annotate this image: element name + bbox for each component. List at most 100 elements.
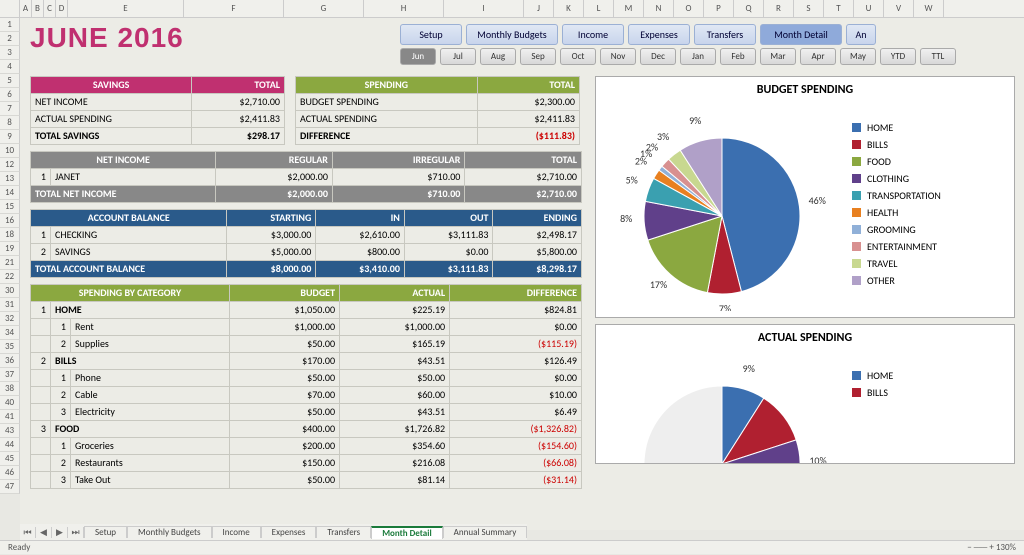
col-header[interactable]: L xyxy=(584,0,614,17)
col-header[interactable]: A xyxy=(20,0,32,17)
cell-idx[interactable]: 2 xyxy=(51,336,71,353)
cell-value[interactable]: $43.51 xyxy=(340,353,450,370)
subcategory-label[interactable]: Electricity xyxy=(71,404,230,421)
nav-tab-transfers[interactable]: Transfers xyxy=(694,24,756,45)
row-header[interactable]: 2 xyxy=(0,32,20,46)
cell-value[interactable]: $1,000.00 xyxy=(340,319,450,336)
cell-value[interactable]: $2,710.00 xyxy=(192,94,285,111)
subcategory-label[interactable]: Restaurants xyxy=(71,455,230,472)
cell-value[interactable]: $3,000.00 xyxy=(227,227,316,244)
row-header[interactable]: 30 xyxy=(0,284,20,298)
cell-blank[interactable] xyxy=(31,336,51,353)
col-header[interactable]: G xyxy=(284,0,364,17)
col-header[interactable]: E xyxy=(68,0,184,17)
cell-value[interactable]: $2,710.00 xyxy=(465,169,582,186)
row-header[interactable]: 36 xyxy=(0,354,20,368)
cell-blank[interactable] xyxy=(31,404,51,421)
sheet-tab-income[interactable]: Income xyxy=(212,526,261,538)
col-header[interactable]: H xyxy=(364,0,444,17)
nav-tab-setup[interactable]: Setup xyxy=(400,24,462,45)
col-header[interactable]: F xyxy=(184,0,284,17)
cell-value[interactable]: $216.08 xyxy=(340,455,450,472)
sheet-tab-annual-summary[interactable]: Annual Summary xyxy=(443,526,528,538)
cell-idx[interactable]: 1 xyxy=(31,169,51,186)
cell-value[interactable]: $81.14 xyxy=(340,472,450,489)
cell-value[interactable]: $5,800.00 xyxy=(493,244,582,261)
cell-value[interactable]: $60.00 xyxy=(340,387,450,404)
cell-value[interactable]: ($31.14) xyxy=(450,472,582,489)
cell-value[interactable]: $0.00 xyxy=(404,244,493,261)
cell-idx[interactable]: 1 xyxy=(51,319,71,336)
tab-prev-icon[interactable]: ◀ xyxy=(36,527,52,538)
cell-value[interactable]: ($115.19) xyxy=(450,336,582,353)
row-header[interactable]: 10 xyxy=(0,144,20,158)
nav-tab-income[interactable]: Income xyxy=(562,24,624,45)
cell-value[interactable]: ($1,326.82) xyxy=(450,421,582,438)
month-tab-ytd[interactable]: YTD xyxy=(880,48,916,65)
month-tab-jun[interactable]: Jun xyxy=(400,48,436,65)
month-tab-dec[interactable]: Dec xyxy=(640,48,676,65)
row-header[interactable]: 19 xyxy=(0,242,20,256)
subcategory-label[interactable]: Take Out xyxy=(71,472,230,489)
row-header[interactable]: 13 xyxy=(0,172,20,186)
category-label[interactable]: FOOD xyxy=(51,421,230,438)
subcategory-label[interactable]: Supplies xyxy=(71,336,230,353)
cell-idx[interactable]: 1 xyxy=(51,438,71,455)
col-header[interactable]: R xyxy=(764,0,794,17)
row-header[interactable]: 35 xyxy=(0,340,20,354)
cell-blank[interactable] xyxy=(31,319,51,336)
cell-label[interactable]: CHECKING xyxy=(51,227,227,244)
month-tab-may[interactable]: May xyxy=(840,48,876,65)
cell-value[interactable]: $2,610.00 xyxy=(316,227,405,244)
cell-value[interactable]: $43.51 xyxy=(340,404,450,421)
category-label[interactable]: BILLS xyxy=(51,353,230,370)
cell-value[interactable]: $50.00 xyxy=(229,472,339,489)
cell-value[interactable]: $1,000.00 xyxy=(229,319,339,336)
cell-label[interactable]: JANET xyxy=(51,169,216,186)
col-header[interactable]: J xyxy=(524,0,554,17)
cell-value[interactable]: $150.00 xyxy=(229,455,339,472)
cell-label[interactable]: BUDGET SPENDING xyxy=(296,94,478,111)
sheet-tab-setup[interactable]: Setup xyxy=(84,526,127,538)
month-tab-aug[interactable]: Aug xyxy=(480,48,516,65)
cell-idx[interactable]: 2 xyxy=(51,387,71,404)
cell-idx[interactable]: 2 xyxy=(31,353,51,370)
subcategory-label[interactable]: Rent xyxy=(71,319,230,336)
month-tab-nov[interactable]: Nov xyxy=(600,48,636,65)
month-tab-sep[interactable]: Sep xyxy=(520,48,556,65)
row-header[interactable]: 45 xyxy=(0,452,20,466)
col-header[interactable]: D xyxy=(56,0,68,17)
nav-tab-an[interactable]: An xyxy=(846,24,876,45)
cell-value[interactable]: $0.00 xyxy=(450,319,582,336)
cell-value[interactable]: $50.00 xyxy=(229,370,339,387)
cell-value[interactable]: $800.00 xyxy=(316,244,405,261)
cell-blank[interactable] xyxy=(31,370,51,387)
cell-value[interactable]: $3,111.83 xyxy=(404,227,493,244)
row-header[interactable]: 7 xyxy=(0,102,20,116)
cell-label[interactable]: ACTUAL SPENDING xyxy=(296,111,478,128)
row-header[interactable]: 47 xyxy=(0,480,20,494)
cell-label[interactable]: NET INCOME xyxy=(31,94,192,111)
month-tab-jan[interactable]: Jan xyxy=(680,48,716,65)
row-header[interactable]: 46 xyxy=(0,466,20,480)
nav-tab-monthly-budgets[interactable]: Monthly Budgets xyxy=(466,24,558,45)
tab-next-icon[interactable]: ▶ xyxy=(52,527,68,538)
col-header[interactable]: T xyxy=(824,0,854,17)
nav-tab-expenses[interactable]: Expenses xyxy=(628,24,690,45)
cell-value[interactable]: $824.81 xyxy=(450,302,582,319)
category-label[interactable]: HOME xyxy=(51,302,230,319)
cell-value[interactable]: $710.00 xyxy=(332,169,464,186)
row-header[interactable]: 6 xyxy=(0,88,20,102)
month-tab-apr[interactable]: Apr xyxy=(800,48,836,65)
row-header[interactable]: 16 xyxy=(0,214,20,228)
row-header[interactable]: 40 xyxy=(0,396,20,410)
month-tab-feb[interactable]: Feb xyxy=(720,48,756,65)
cell-value[interactable]: $170.00 xyxy=(229,353,339,370)
cell-value[interactable]: ($154.60) xyxy=(450,438,582,455)
cell-value[interactable]: $50.00 xyxy=(229,336,339,353)
cell-value[interactable]: $2,000.00 xyxy=(216,169,333,186)
zoom-in-icon[interactable]: + xyxy=(989,542,993,553)
month-tab-oct[interactable]: Oct xyxy=(560,48,596,65)
row-header[interactable]: 41 xyxy=(0,410,20,424)
sheet-tab-monthly-budgets[interactable]: Monthly Budgets xyxy=(127,526,211,538)
